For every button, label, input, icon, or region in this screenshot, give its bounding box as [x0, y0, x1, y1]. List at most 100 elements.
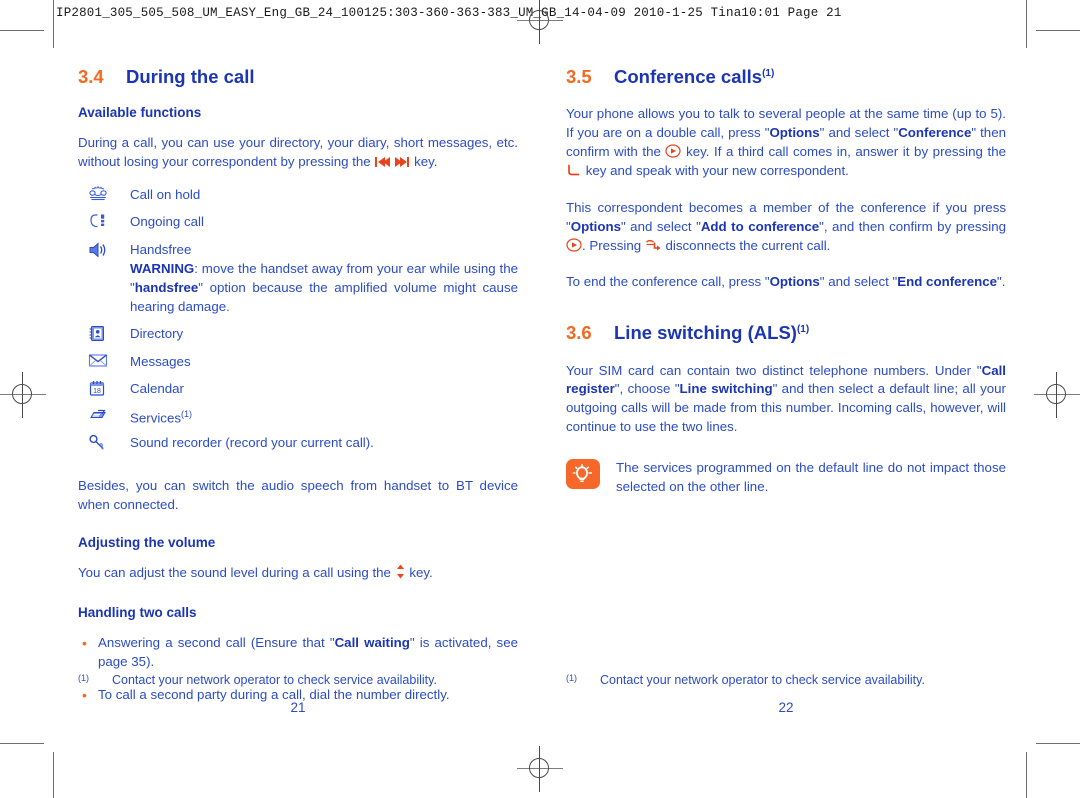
available-functions-list: Call on hold Ongoing call Handsfree WARN… [78, 186, 518, 457]
services-icon [78, 408, 130, 429]
manual-page: 3.4 During the call Available functions D… [0, 0, 1080, 798]
list-item: • Answering a second call (Ensure that "… [78, 634, 518, 672]
p2-text-5: disconnects the current call. [661, 237, 831, 253]
p2-bold-add-to-conference: Add to conference [700, 218, 820, 234]
p1-bold-options: Options [769, 125, 820, 141]
services-label: Services [130, 410, 181, 426]
section-number: 3.5 [566, 66, 592, 87]
subheading-adjusting-volume: Adjusting the volume [78, 535, 216, 551]
page-number-left: 21 [290, 700, 306, 715]
left-page-column: 3.4 During the call Available functions D… [78, 66, 518, 720]
p3-text-3: ". [997, 274, 1006, 290]
footnote-text: Contact your network operator to check s… [600, 673, 925, 687]
pick-up-call-key-icon [566, 163, 582, 177]
bullet-text: Answering a second call (Ensure that "Ca… [98, 634, 518, 672]
list-item-label: Calendar [130, 380, 184, 396]
list-item: Directory [78, 325, 518, 348]
page-number-right: 22 [778, 700, 794, 715]
bullet-1-bold: Call waiting [334, 634, 410, 650]
list-item: Call on hold [78, 186, 518, 208]
right-page-column: 3.5 Conference calls(1) Your phone allows… [566, 66, 1006, 497]
p2-text-3: ", and then confirm by pressing [819, 218, 1006, 234]
up-down-arrows-icon [395, 564, 406, 579]
volume-text-part2: key. [405, 565, 433, 581]
p3-bold-end-conference: End conference [897, 274, 998, 290]
subheading-available-functions: Available functions [78, 105, 202, 121]
volume-paragraph: You can adjust the sound level during a … [78, 564, 518, 583]
p4-text-2: ", choose " [614, 381, 680, 397]
p1-text-5: key and speak with your new corresponden… [582, 162, 849, 178]
section-heading-3-6: 3.6 Line switching (ALS)(1) [566, 322, 1006, 343]
footnote-right: (1) Contact your network operator to che… [566, 672, 1006, 688]
section-heading-3-5: 3.5 Conference calls(1) [566, 66, 1006, 87]
section-footnote-ref: (1) [762, 67, 775, 79]
list-item: Sound recorder (record your current call… [78, 434, 518, 457]
section-number: 3.4 [78, 66, 104, 87]
ongoing-call-icon [78, 213, 130, 235]
p1-text-2: " and select " [819, 125, 899, 141]
list-item-label: Call on hold [130, 187, 201, 203]
svg-text:18: 18 [93, 388, 101, 395]
footnote-marker: (1) [566, 673, 577, 683]
hang-up-key-icon [645, 238, 662, 252]
besides-paragraph: Besides, you can switch the audio speech… [78, 478, 518, 513]
messages-envelope-icon [78, 353, 130, 374]
section-number: 3.6 [566, 322, 592, 344]
p3-bold-options: Options [769, 274, 820, 290]
list-item-label: Sound recorder (record your current call… [130, 435, 374, 451]
bullet-marker: • [82, 634, 87, 651]
calendar-icon: 18 [78, 380, 130, 403]
warning-keyword: WARNING [130, 261, 195, 277]
intro-paragraph: During a call, you can use your director… [78, 134, 518, 172]
section-title: During the call [126, 66, 255, 87]
list-item: Services(1) [78, 408, 518, 429]
bullet-1-part1: Answering a second call (Ensure that " [98, 634, 335, 650]
subheading-handling-two-calls: Handling two calls [78, 604, 197, 620]
handsfree-warning-text: WARNING: move the handset away from your… [130, 260, 518, 317]
list-item-label: Directory [130, 326, 184, 342]
phone-on-hold-icon [78, 186, 130, 208]
list-item: Handsfree WARNING: move the handset away… [78, 241, 518, 318]
section-title: Conference calls [614, 66, 763, 87]
volume-text-part1: You can adjust the sound level during a … [78, 565, 395, 581]
tip-lightbulb-icon [566, 459, 600, 490]
p4-bold-line-switching: Line switching [679, 381, 773, 397]
directory-icon [78, 325, 130, 348]
p4-text-1: Your SIM card can contain two distinct t… [566, 362, 982, 378]
conference-paragraph-3: To end the conference call, press "Optio… [566, 273, 1006, 292]
list-item: 18 Calendar [78, 380, 518, 403]
services-footnote-ref: (1) [181, 408, 192, 419]
prev-next-track-icon [374, 156, 410, 168]
list-item: Messages [78, 353, 518, 374]
footnote-text: Contact your network operator to check s… [112, 673, 437, 687]
list-item-label: Messages [130, 354, 191, 370]
p2-text-2: " and select " [620, 218, 701, 234]
conference-paragraph-1: Your phone allows you to talk to several… [566, 105, 1006, 181]
list-item-label: Handsfree [130, 241, 192, 257]
line-switching-paragraph: Your SIM card can contain two distinct t… [566, 362, 1006, 438]
tip-text: The services programmed on the default l… [616, 460, 1006, 494]
section-heading-3-4: 3.4 During the call [78, 66, 518, 87]
footnote-left: (1) Contact your network operator to che… [78, 672, 518, 688]
section-footnote-ref: (1) [796, 324, 810, 336]
list-item-label: Services(1) [130, 408, 518, 428]
footnote-marker: (1) [78, 673, 89, 683]
warning-keyword-2: handsfree [134, 280, 199, 296]
section-title: Line switching (ALS) [614, 322, 797, 344]
p2-text-4: . Pressing [582, 237, 645, 253]
p3-text-2: " and select " [819, 274, 898, 290]
p3-text-1: To end the conference call, press " [566, 274, 770, 290]
p1-bold-conference: Conference [898, 125, 972, 141]
p2-bold-options: Options [570, 218, 621, 234]
handsfree-speaker-icon [78, 241, 130, 265]
sound-recorder-icon [78, 434, 130, 457]
intro-text-part1: During a call, you can use your director… [78, 135, 518, 170]
list-item: Ongoing call [78, 213, 518, 235]
p1-text-4: key. If a third call comes in, answer it… [681, 144, 1006, 160]
conference-paragraph-2: This correspondent becomes a member of t… [566, 199, 1006, 256]
intro-text-part2: key. [410, 154, 438, 170]
ok-confirm-key-icon [665, 144, 682, 158]
tip-callout: The services programmed on the default l… [566, 459, 1006, 497]
ok-confirm-key-icon [566, 237, 582, 252]
list-item-label: Ongoing call [130, 214, 204, 230]
